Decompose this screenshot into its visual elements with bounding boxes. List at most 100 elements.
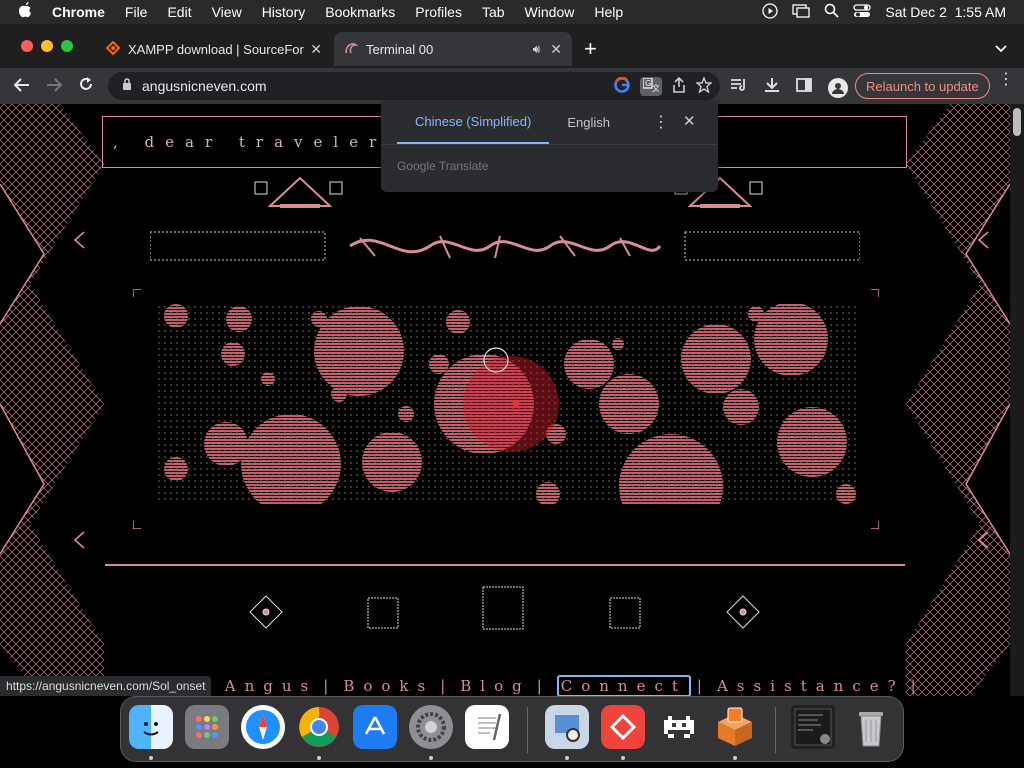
menubar: Chrome File Edit View History Bookmarks … — [0, 0, 1024, 24]
downloads-icon[interactable] — [764, 77, 780, 98]
play-status-icon[interactable] — [762, 2, 779, 22]
scrollbar-thumb[interactable] — [1013, 108, 1021, 136]
invader-icon[interactable] — [657, 705, 701, 749]
tab-terminal[interactable]: Terminal 00 🔊︎ ✕ — [334, 32, 572, 66]
close-tab-icon[interactable]: ✕ — [550, 41, 562, 58]
reload-button[interactable] — [70, 76, 102, 97]
tab-target-language[interactable]: English — [549, 100, 628, 144]
safari-icon[interactable] — [241, 705, 285, 749]
left-arrow-decoration — [73, 231, 85, 249]
dock-divider — [527, 707, 528, 753]
back-arrow-icon — [13, 77, 29, 92]
left-arrow-decoration — [73, 531, 85, 549]
side-panel-icon[interactable] — [796, 78, 812, 97]
chrome-icon[interactable] — [297, 705, 341, 749]
page-scrollbar[interactable] — [1010, 104, 1024, 696]
translate-options-icon[interactable]: ⋮ — [653, 112, 669, 132]
window-thumbnail-icon[interactable] — [791, 705, 835, 749]
media-controls-icon[interactable] — [730, 77, 748, 98]
appstore-icon[interactable] — [353, 705, 397, 749]
control-center-icon[interactable] — [853, 3, 872, 21]
apple-menu[interactable] — [0, 1, 42, 23]
forward-button[interactable] — [38, 76, 70, 97]
nav-link-books[interactable]: Books — [343, 677, 434, 695]
reload-icon — [80, 76, 92, 90]
app-name-menu[interactable]: Chrome — [42, 4, 115, 20]
settings-icon[interactable] — [409, 705, 453, 749]
launchpad-icon[interactable] — [185, 705, 229, 749]
share-icon[interactable] — [672, 76, 686, 96]
tab-title: XAMPP download | SourceForg — [128, 41, 305, 57]
preview-icon[interactable] — [545, 705, 589, 749]
back-button[interactable] — [6, 76, 38, 97]
running-indicator — [149, 756, 153, 760]
translate-popup: Chinese (Simplified) English ⋮ ✕ Google … — [381, 100, 718, 192]
navigation-toolbar: angusnicneven.com G文 Relaunch to update … — [0, 68, 1024, 104]
relaunch-to-update-button[interactable]: Relaunch to update — [855, 73, 990, 99]
nav-link-about[interactable]: t Angus — [196, 677, 317, 695]
chrome-menu-icon[interactable]: ⋮ — [998, 72, 1014, 88]
nav-link-assistance[interactable]: Assistance? — [717, 677, 905, 695]
menu-view[interactable]: View — [202, 4, 252, 20]
menu-window[interactable]: Window — [515, 4, 585, 20]
menu-file[interactable]: File — [115, 4, 158, 20]
translate-icon[interactable]: G文 — [640, 76, 662, 96]
hero-artwork-frame — [132, 289, 879, 529]
status-bar-url: https://angusnicneven.com/Sol_onset — [0, 676, 212, 696]
nav-separator: | — [440, 677, 455, 695]
menu-history[interactable]: History — [252, 4, 316, 20]
nav-link-blog[interactable]: Blog — [460, 677, 530, 695]
trash-icon[interactable] — [849, 705, 893, 749]
circles-artwork[interactable] — [156, 304, 856, 504]
close-window-button[interactable] — [21, 40, 33, 52]
running-indicator — [317, 756, 321, 760]
page-viewport: , dear traveler. t Angus | Books | Blog … — [0, 104, 1010, 696]
menu-tab[interactable]: Tab — [472, 4, 515, 20]
clock-datetime[interactable]: Sat Dec 2 1:55 AM — [885, 4, 1006, 20]
audio-playing-icon[interactable]: 🔊︎ — [533, 42, 541, 57]
svg-text:G: G — [645, 79, 651, 88]
finder-icon[interactable] — [129, 705, 173, 749]
menu-profiles[interactable]: Profiles — [405, 4, 472, 20]
lock-icon[interactable] — [122, 78, 132, 94]
tab-title: Terminal 00 — [366, 41, 434, 57]
profile-avatar-icon[interactable] — [828, 77, 848, 98]
svg-text:文: 文 — [652, 83, 659, 92]
tab-source-language[interactable]: Chinese (Simplified) — [397, 100, 550, 144]
relaunch-label: Relaunch to update — [866, 78, 979, 94]
nav-separator: | — [323, 677, 338, 695]
nav-separator: | — [696, 677, 711, 695]
apple-icon — [18, 1, 32, 22]
window-controls — [21, 40, 73, 52]
spotlight-search-icon[interactable] — [824, 3, 840, 21]
nav-separator: | — [536, 677, 551, 695]
running-indicator — [621, 756, 625, 760]
url-text[interactable]: angusnicneven.com — [142, 78, 267, 94]
menu-help[interactable]: Help — [584, 4, 633, 20]
screen-mirroring-icon[interactable] — [792, 3, 811, 21]
tab-search-icon[interactable] — [995, 40, 1007, 58]
new-tab-button[interactable]: + — [584, 36, 597, 62]
minimize-window-button[interactable] — [41, 40, 53, 52]
nav-separator: | — [910, 677, 925, 695]
menu-bookmarks[interactable]: Bookmarks — [315, 4, 405, 20]
section-divider — [105, 564, 905, 566]
google-lens-icon[interactable] — [614, 76, 630, 96]
anydesk-icon[interactable] — [601, 705, 645, 749]
xampp-icon[interactable] — [713, 705, 757, 749]
tab-strip: XAMPP download | SourceForg ✕ Terminal 0… — [0, 24, 1024, 68]
tab-xampp[interactable]: XAMPP download | SourceForg ✕ — [96, 32, 332, 66]
zoom-window-button[interactable] — [61, 40, 73, 52]
close-translate-icon[interactable]: ✕ — [683, 112, 696, 130]
nav-link-connect[interactable]: Connect — [556, 675, 691, 696]
menu-edit[interactable]: Edit — [157, 4, 201, 20]
site-icon — [344, 41, 359, 58]
google-translate-label: Google Translate — [397, 159, 489, 173]
address-bar[interactable]: angusnicneven.com G文 — [108, 72, 720, 100]
textedit-icon[interactable] — [465, 705, 509, 749]
close-tab-icon[interactable]: ✕ — [310, 41, 322, 58]
right-arrow-decoration — [977, 531, 989, 549]
right-arrow-decoration — [977, 231, 989, 249]
bookmark-star-icon[interactable] — [695, 75, 713, 96]
left-zigzag-decoration — [0, 104, 104, 696]
